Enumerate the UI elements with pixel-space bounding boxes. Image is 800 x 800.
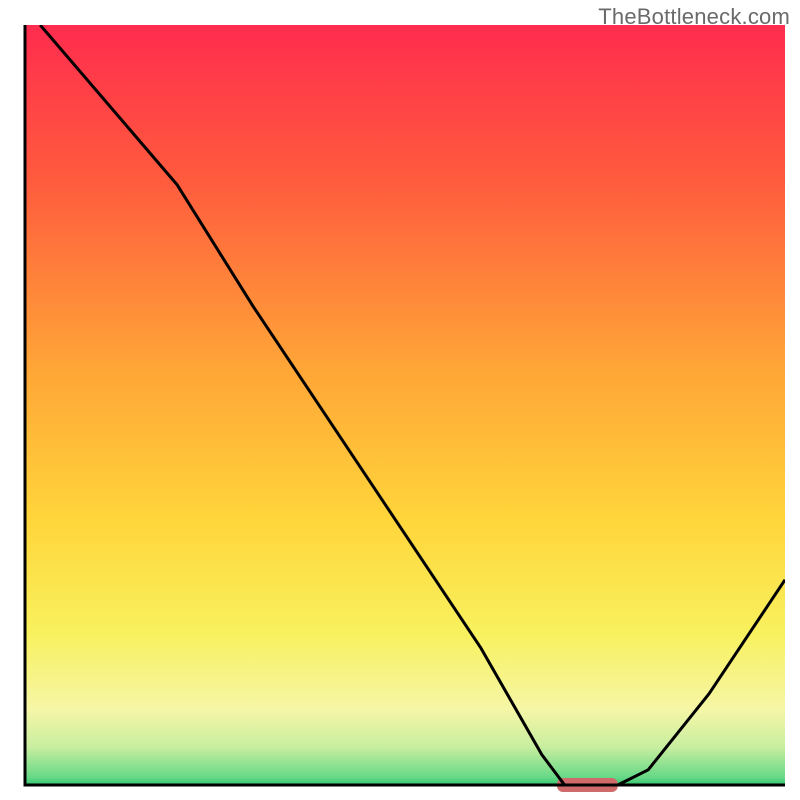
chart-container: TheBottleneck.com bbox=[0, 0, 800, 800]
watermark-text: TheBottleneck.com bbox=[598, 4, 790, 30]
bottleneck-chart bbox=[0, 0, 800, 800]
